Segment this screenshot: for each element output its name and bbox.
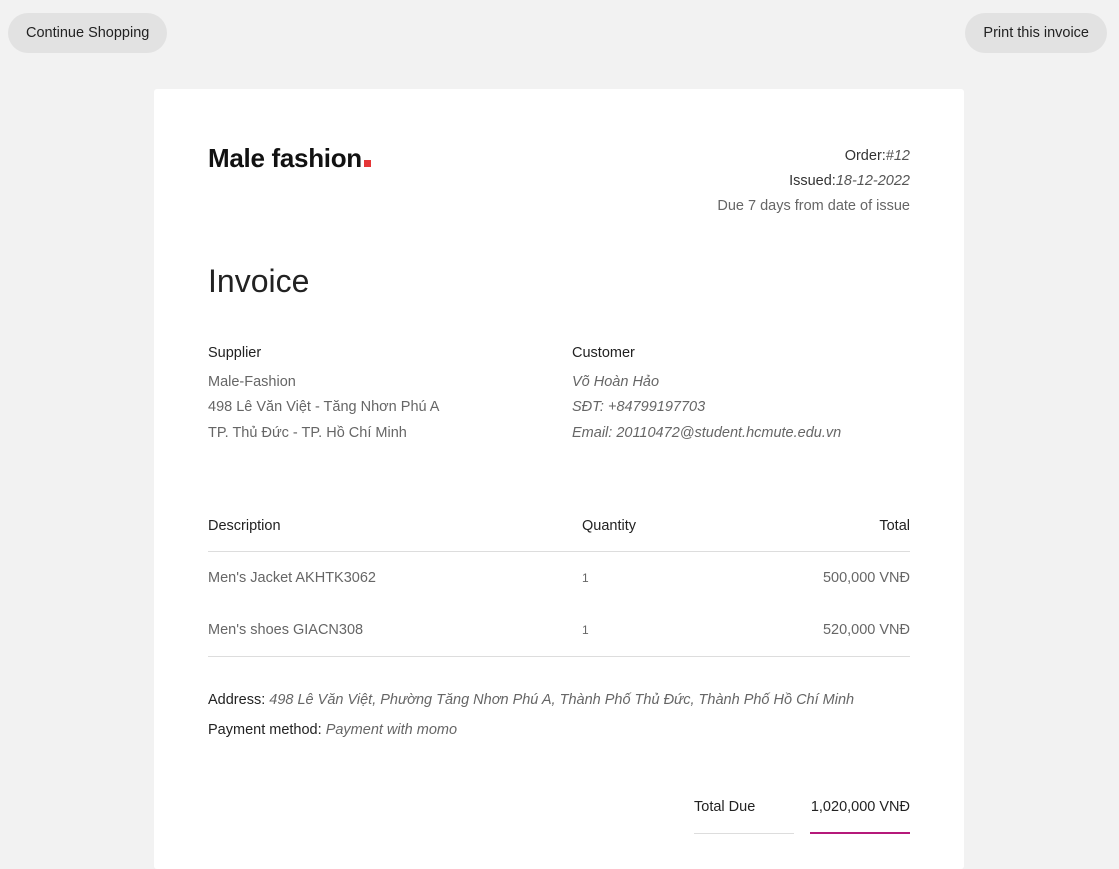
supplier-city: TP. Thủ Đức - TP. Hồ Chí Minh [208,424,407,441]
supplier-address: 498 Lê Văn Việt - Tăng Nhơn Phú A [208,399,440,415]
header-description: Description [208,501,582,552]
total-due-label: Total Due [694,789,794,834]
continue-shopping-button[interactable]: Continue Shopping [8,13,168,53]
brand-name: Male fashion [208,143,362,173]
customer-phone: SĐT: +84799197703 [572,399,706,415]
brand-dot-icon [363,160,371,167]
customer-email: Email: 20110472@student.hcmute.edu.vn [572,424,842,441]
brand-logo[interactable]: Male fashion [208,143,371,174]
order-details: Address: 498 Lê Văn Việt, Phường Tăng Nh… [208,685,854,745]
supplier-heading: Supplier [208,345,262,361]
supplier-name: Male-Fashion [208,373,296,390]
invoice-card: Male fashion Order:#12 Issued:18-12-2022… [154,89,964,869]
item-total: 500,000 VNĐ [822,570,910,586]
item-description: Men's shoes GIACN308 [208,604,582,657]
header-total: Total [742,501,910,552]
table-row: Men's shoes GIACN308 1 520,000 VNĐ [208,604,910,657]
item-quantity: 1 [582,571,589,585]
order-number: Order:#12 [844,148,910,164]
shipping-address: Address: 498 Lê Văn Việt, Phường Tăng Nh… [208,692,855,708]
header-quantity: Quantity [582,501,742,552]
invoice-meta: Order:#12 Issued:18-12-2022 Due 7 days f… [717,144,910,219]
print-invoice-button[interactable]: Print this invoice [965,13,1107,53]
item-total: 520,000 VNĐ [742,604,910,657]
table-row: Men's Jacket AKHTK3062 1 500,000 VNĐ [208,552,910,605]
page-title: Invoice [208,263,310,299]
customer-block: Customer Võ Hoàn Hảo SĐT: +84799197703 E… [572,341,841,446]
due-note: Due 7 days from date of issue [717,198,910,214]
items-table: Description Quantity Total Men's Jacket … [208,501,910,657]
item-description: Men's Jacket AKHTK3062 [208,570,376,586]
supplier-block: Supplier Male-Fashion 498 Lê Văn Việt - … [208,341,439,446]
total-due-amount: 1,020,000 VNĐ [810,789,910,834]
item-quantity: 1 [582,604,742,657]
table-header-row: Description Quantity Total [208,501,910,552]
customer-heading: Customer [572,345,635,361]
issued-date: Issued:18-12-2022 [789,173,910,189]
payment-method: Payment method: Payment with momo [208,722,458,738]
customer-name: Võ Hoàn Hảo [572,373,660,390]
